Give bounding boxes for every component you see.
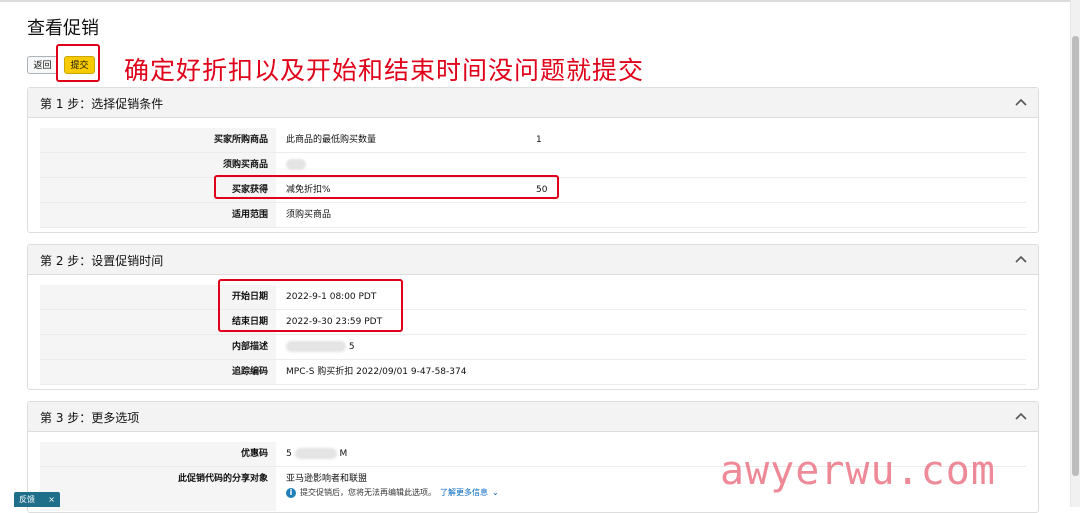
step3-header[interactable]: 第 3 步：更多选项: [28, 402, 1038, 432]
chevron-up-icon[interactable]: [1015, 254, 1027, 264]
step1-title: 第 1 步：选择促销条件: [40, 97, 164, 111]
info-icon: i: [286, 487, 296, 498]
top-border: [0, 0, 1080, 2]
date-highlight-box: [218, 279, 403, 332]
promo-code-prefix: 5: [286, 449, 292, 459]
step3-title: 第 3 步：更多选项: [40, 411, 140, 425]
chevron-up-icon[interactable]: [1015, 97, 1027, 107]
row-label: 适用范围: [40, 203, 276, 227]
row-value: 此商品的最低购买数量: [286, 135, 377, 145]
promo-code-suffix: M: [339, 449, 348, 459]
annotation-text: 确定好折扣以及开始和结束时间没问题就提交: [124, 56, 645, 85]
table-row: 买家所购商品 此商品的最低购买数量 1: [40, 128, 1026, 153]
info-text: 提交促销后，您将无法再编辑此选项。: [300, 488, 436, 497]
watermark-text: awyerwu.com: [720, 448, 996, 494]
chevron-down-icon[interactable]: ⌄: [492, 488, 499, 497]
discount-highlight-box: [214, 175, 559, 199]
row-label: 买家所购商品: [40, 128, 276, 152]
step1-section: 第 1 步：选择促销条件 买家所购商品 此商品的最低购买数量 1 须购买商品 买…: [27, 87, 1039, 233]
page-title: 查看促销: [27, 18, 99, 39]
info-line: i 提交促销后，您将无法再编辑此选项。 了解更多信息 ⌄: [286, 487, 499, 498]
feedback-label: 反馈: [19, 495, 35, 504]
table-row: 追踪编码 MPC-S 购买折扣 2022/09/01 9-47-58-374: [40, 360, 1026, 385]
internal-description-suffix: 5: [348, 342, 355, 352]
row-label: 须购买商品: [40, 153, 276, 177]
internal-description-value: 5: [286, 335, 355, 359]
scrollbar[interactable]: [1070, 0, 1080, 507]
row-value: 须购买商品: [286, 210, 332, 220]
row-label: 追踪编码: [40, 360, 276, 384]
row-label: 此促销代码的分享对象: [40, 467, 276, 511]
table-row: 开始日期 2022-9-1 08:00 PDT: [40, 285, 1026, 310]
step2-title: 第 2 步：设置促销时间: [40, 254, 164, 268]
table-row: 内部描述 5: [40, 335, 1026, 360]
chevron-up-icon[interactable]: [1015, 411, 1027, 421]
table-row: 结束日期 2022-9-30 23:59 PDT: [40, 310, 1026, 335]
row-label: 优惠码: [40, 442, 276, 466]
tracking-code-value: MPC-S 购买折扣 2022/09/01 9-47-58-374: [286, 367, 467, 377]
promo-code-value: 5 M: [286, 442, 347, 466]
back-button[interactable]: 返回: [27, 56, 58, 74]
scrollbar-thumb[interactable]: [1072, 36, 1079, 476]
step1-header[interactable]: 第 1 步：选择促销条件: [28, 88, 1038, 118]
step2-section: 第 2 步：设置促销时间 开始日期 2022-9-1 08:00 PDT 结束日…: [27, 244, 1039, 390]
blurred-value: [286, 153, 306, 177]
row-label: 内部描述: [40, 335, 276, 359]
close-icon[interactable]: ×: [48, 492, 55, 507]
feedback-button[interactable]: 反馈 ×: [14, 492, 60, 507]
submit-highlight-box: [56, 44, 100, 82]
learn-more-link[interactable]: 了解更多信息: [440, 488, 488, 497]
step2-rows: 开始日期 2022-9-1 08:00 PDT 结束日期 2022-9-30 2…: [40, 285, 1026, 385]
table-row: 适用范围 须购买商品: [40, 203, 1026, 228]
step2-header[interactable]: 第 2 步：设置促销时间: [28, 245, 1038, 275]
row-quantity: 1: [536, 135, 542, 145]
